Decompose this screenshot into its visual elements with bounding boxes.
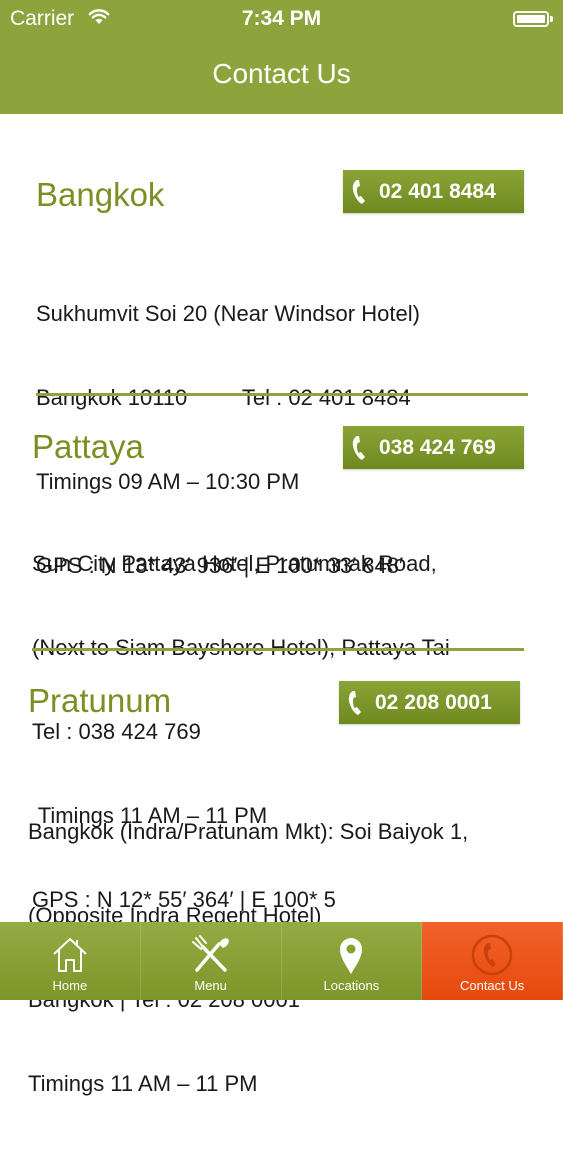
address-line: Bangkok 10110 Tel : 02 401 8484 bbox=[36, 385, 411, 410]
tab-label: Contact Us bbox=[459, 978, 525, 993]
status-bar: Carrier 7:34 PM bbox=[0, 0, 563, 38]
tab-contact-us[interactable]: Contact Us bbox=[422, 922, 563, 1000]
call-button-label: 038 424 769 bbox=[379, 435, 496, 459]
phone-icon bbox=[348, 690, 361, 715]
contact-list[interactable]: Bangkok 02 401 8484 Sukhumvit Soi 20 (Ne… bbox=[0, 114, 563, 1096]
navigation-bar: Carrier 7:34 PM Contact Us bbox=[0, 0, 563, 114]
home-icon bbox=[53, 938, 87, 972]
city-name: Pattaya bbox=[32, 428, 144, 465]
divider bbox=[36, 393, 528, 396]
address-line: Timings 11 AM – 11 PM bbox=[28, 1071, 258, 1096]
tab-locations[interactable]: Locations bbox=[282, 922, 423, 1000]
tab-label: Locations bbox=[323, 978, 380, 993]
call-button-label: 02 208 0001 bbox=[375, 690, 492, 714]
clock: 7:34 PM bbox=[241, 7, 322, 30]
city-name: Bangkok bbox=[36, 176, 165, 213]
page-title: Contact Us bbox=[212, 58, 351, 89]
phone-icon bbox=[471, 934, 513, 976]
call-button[interactable]: 038 424 769 bbox=[343, 426, 524, 469]
tab-menu[interactable]: Menu bbox=[141, 922, 282, 1000]
battery-icon bbox=[513, 11, 553, 27]
address-line: Timings 09 AM – 10:30 PM bbox=[36, 469, 300, 494]
phone-icon bbox=[352, 435, 365, 460]
map-pin-icon bbox=[340, 938, 363, 974]
phone-icon bbox=[352, 179, 365, 204]
address-line: Sun City Pattaya Hotel, Pratumnak Road, bbox=[32, 551, 437, 576]
tab-bar: Home Menu Locations Contact Us bbox=[0, 922, 563, 1000]
call-button[interactable]: 02 208 0001 bbox=[339, 681, 520, 724]
address-line: Bangkok (Indra/Pratunam Mkt): Soi Baiyok… bbox=[28, 819, 469, 844]
city-name: Pratunum bbox=[28, 682, 172, 719]
address-line: Sukhumvit Soi 20 (Near Windsor Hotel) bbox=[36, 301, 420, 326]
divider bbox=[32, 648, 524, 651]
tab-label: Menu bbox=[194, 978, 227, 993]
call-button[interactable]: 02 401 8484 bbox=[343, 170, 524, 213]
tab-label: Home bbox=[52, 978, 88, 993]
call-button-label: 02 401 8484 bbox=[379, 179, 496, 203]
tab-home[interactable]: Home bbox=[0, 922, 141, 1000]
fork-knife-icon bbox=[191, 935, 229, 972]
